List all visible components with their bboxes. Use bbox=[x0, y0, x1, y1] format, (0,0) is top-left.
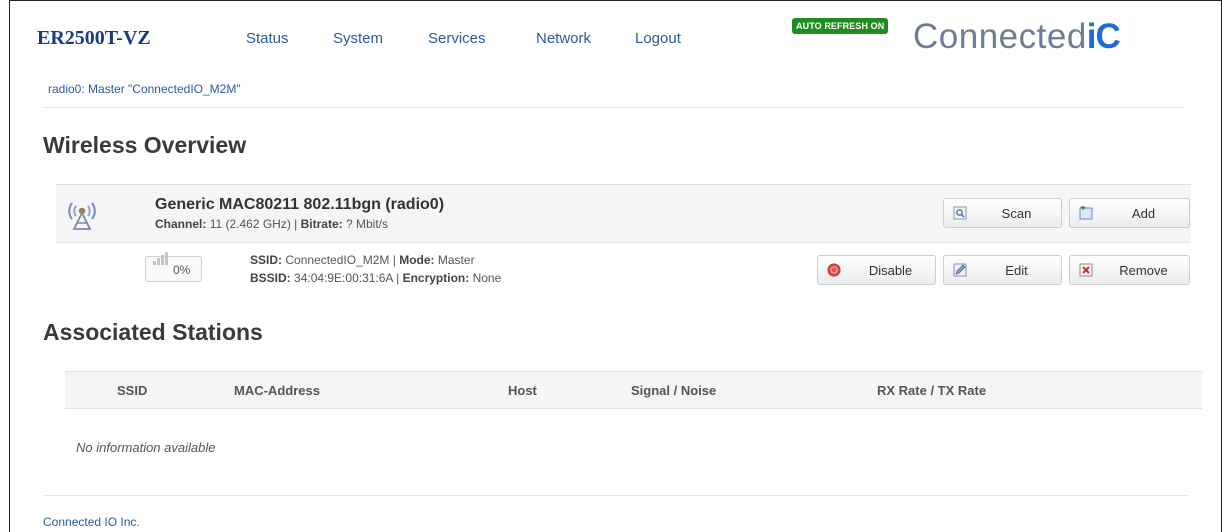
add-button[interactable]: Add bbox=[1069, 198, 1190, 228]
disable-label: Disable bbox=[868, 263, 913, 278]
remove-icon bbox=[1079, 263, 1093, 277]
ssid-mode-line: SSID: ConnectedIO_M2M | Mode: Master bbox=[250, 253, 475, 267]
edit-icon bbox=[953, 263, 967, 277]
add-label: Add bbox=[1131, 206, 1156, 221]
wireless-overview-title: Wireless Overview bbox=[43, 132, 247, 158]
scan-icon bbox=[953, 206, 967, 220]
radio-device-row: Generic MAC80211 802.11bgn (radio0) Chan… bbox=[56, 184, 1191, 243]
divider bbox=[43, 495, 1188, 496]
bssid-encryption-line: BSSID: 34:04:9E:00:31:6A | Encryption: N… bbox=[250, 271, 502, 285]
column-rx-tx-rate: RX Rate / TX Rate bbox=[877, 383, 987, 398]
channel-label: Channel: bbox=[155, 217, 207, 231]
associated-stations-title: Associated Stations bbox=[43, 319, 263, 345]
signal-percent: 0% bbox=[173, 263, 191, 277]
encryption-value: None bbox=[472, 271, 502, 285]
mode-value: Master bbox=[437, 253, 475, 267]
remove-label: Remove bbox=[1119, 263, 1168, 278]
nav-logout[interactable]: Logout bbox=[635, 30, 681, 47]
column-host: Host bbox=[508, 383, 537, 398]
logo-accent: iC bbox=[1086, 17, 1121, 56]
network-row: 0% SSID: ConnectedIO_M2M | Mode: Master … bbox=[56, 243, 1191, 297]
brand-title[interactable]: ER2500T-VZ bbox=[37, 27, 151, 50]
footer-link[interactable]: Connected IO Inc. bbox=[43, 515, 140, 529]
encryption-label: Encryption: bbox=[402, 271, 470, 285]
scan-label: Scan bbox=[1001, 206, 1032, 221]
bssid-label: BSSID: bbox=[250, 271, 291, 285]
company-logo: ConnectediC bbox=[913, 17, 1121, 57]
bitrate-value: ? Mbit/s bbox=[346, 217, 389, 231]
stations-empty-message: No information available bbox=[76, 440, 216, 455]
bssid-value: 34:04:9E:00:31:6A bbox=[294, 271, 393, 285]
bitrate-label: Bitrate: bbox=[300, 217, 343, 231]
column-ssid: SSID bbox=[117, 383, 148, 398]
column-signal-noise: Signal / Noise bbox=[631, 383, 717, 398]
nav-services[interactable]: Services bbox=[428, 30, 486, 47]
nav-status[interactable]: Status bbox=[246, 30, 289, 47]
add-icon bbox=[1079, 206, 1093, 220]
stop-icon bbox=[827, 263, 841, 277]
nav-network[interactable]: Network bbox=[536, 30, 591, 47]
logo-text: Connected bbox=[913, 17, 1087, 56]
stations-table-header: SSID MAC-Address Host Signal / Noise RX … bbox=[65, 371, 1202, 409]
edit-button[interactable]: Edit bbox=[943, 255, 1062, 285]
breadcrumb-tab[interactable]: radio0: Master "ConnectedIO_M2M" bbox=[48, 82, 241, 96]
ssid-label: SSID: bbox=[250, 253, 283, 267]
auto-refresh-toggle[interactable]: AUTO REFRESH ON bbox=[792, 18, 889, 34]
remove-button[interactable]: Remove bbox=[1069, 255, 1190, 285]
ssid-value: ConnectedIO_M2M bbox=[285, 253, 390, 267]
device-name: Generic MAC80211 802.11bgn (radio0) bbox=[155, 196, 445, 213]
device-details: Channel: 11 (2.462 GHz) | Bitrate: ? Mbi… bbox=[155, 217, 389, 231]
header: ER2500T-VZ Status System Services Networ… bbox=[10, 1, 1222, 75]
signal-badge: 0% bbox=[145, 252, 202, 282]
disable-button[interactable]: Disable bbox=[817, 255, 936, 285]
network-details: SSID: ConnectedIO_M2M | Mode: Master BSS… bbox=[250, 251, 501, 287]
page-frame: ER2500T-VZ Status System Services Networ… bbox=[9, 0, 1222, 532]
divider bbox=[43, 107, 1183, 108]
column-mac-address: MAC-Address bbox=[234, 383, 320, 398]
mode-label: Mode: bbox=[399, 253, 435, 267]
edit-label: Edit bbox=[1005, 263, 1028, 278]
wireless-radio-icon bbox=[68, 202, 96, 230]
channel-value: 11 (2.462 GHz) bbox=[209, 217, 291, 231]
scan-button[interactable]: Scan bbox=[943, 198, 1062, 228]
nav-system[interactable]: System bbox=[333, 30, 383, 47]
